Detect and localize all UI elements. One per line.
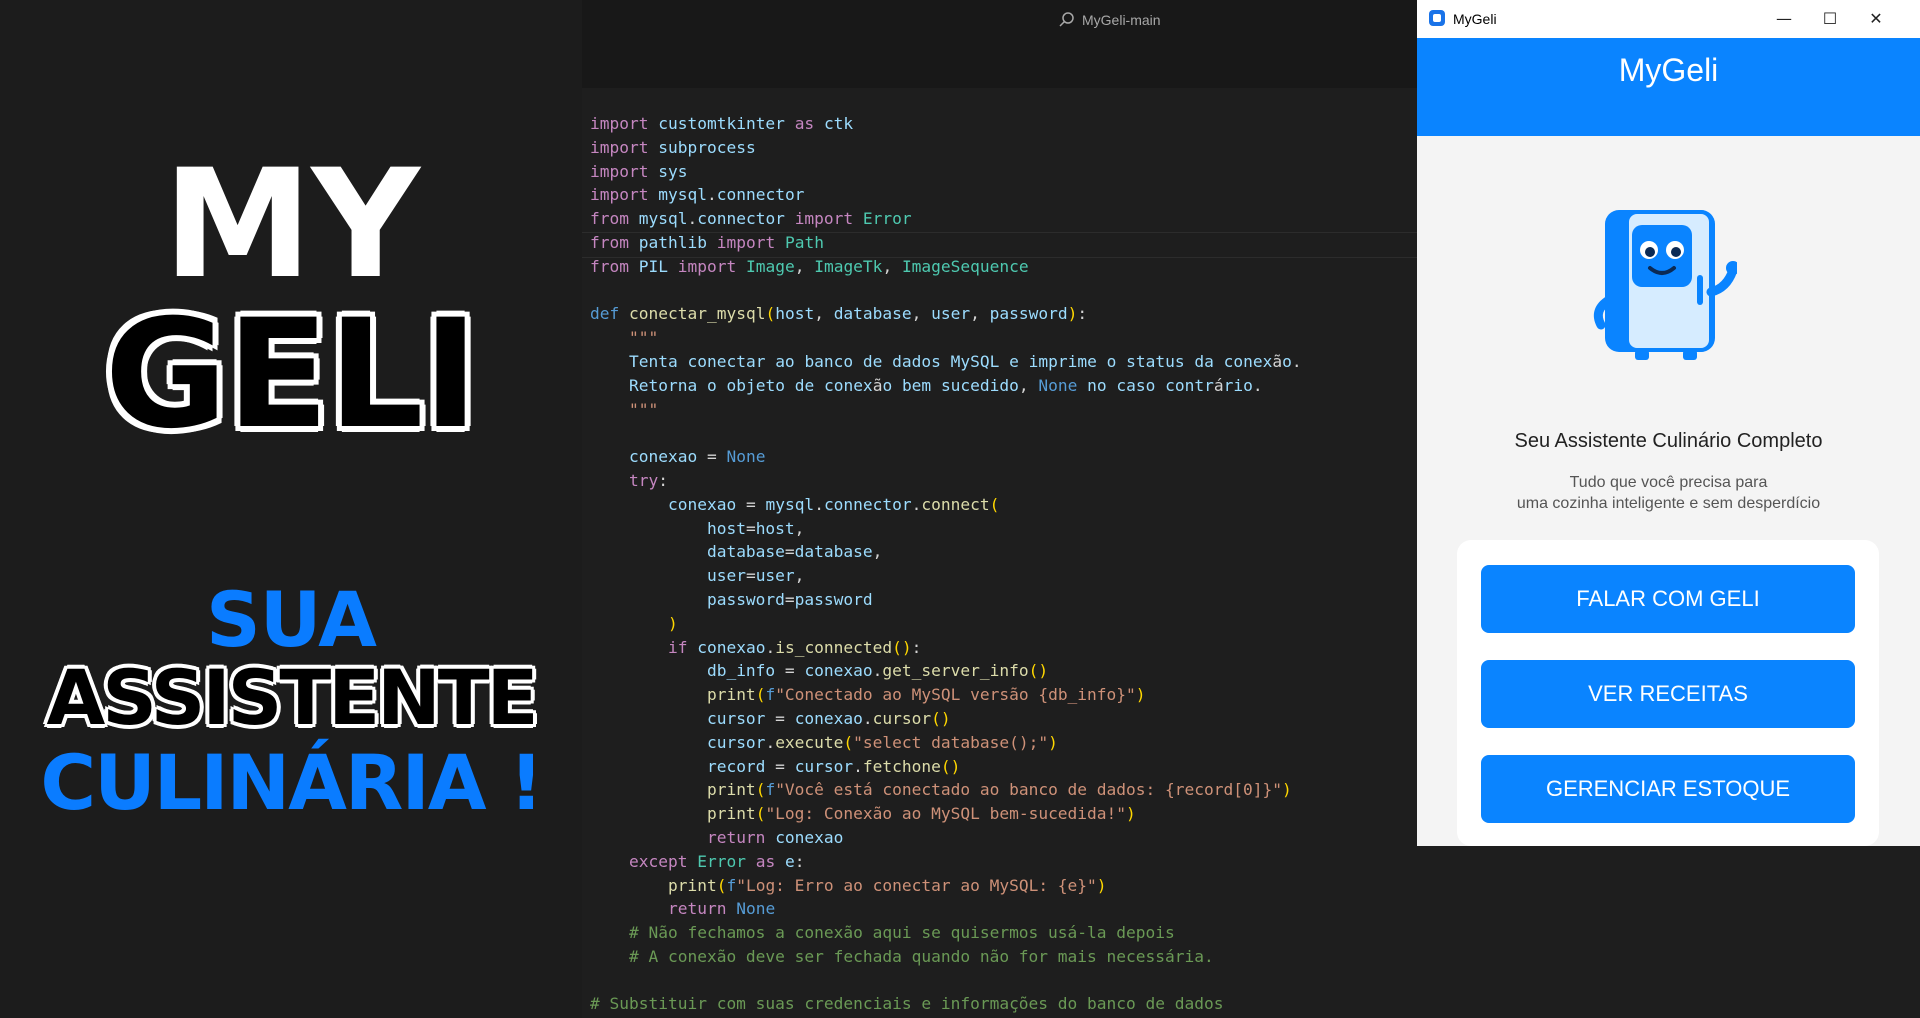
code-line[interactable]: password=password — [590, 590, 873, 609]
promo-banner: MY GELI SUA ASSISTENTE CULINÁRIA ! — [0, 0, 582, 1018]
promo-slogan-assistente: ASSISTENTE — [46, 653, 538, 742]
falar-com-geli-button[interactable]: FALAR COM GELI — [1481, 565, 1855, 633]
menu-card: FALAR COM GELI VER RECEITAS GERENCIAR ES… — [1457, 540, 1879, 846]
code-line[interactable]: conexao = None — [590, 447, 765, 466]
code-line[interactable]: print("Log: Conexão ao MySQL bem-sucedid… — [590, 804, 1136, 823]
code-line[interactable]: def conectar_mysql(host, database, user,… — [590, 304, 1087, 323]
promo-title-my: MY — [163, 138, 420, 312]
mygeli-window: MyGeli — ☐ ✕ MyGeli Seu Assistente Culin… — [1417, 0, 1920, 846]
close-icon[interactable]: ✕ — [1853, 0, 1899, 38]
code-line[interactable]: import customtkinter as ctk — [590, 114, 853, 133]
code-line[interactable]: print(f"Você está conectado ao banco de … — [590, 780, 1292, 799]
search-icon — [1059, 12, 1074, 27]
code-line[interactable]: cursor.execute("select database();") — [590, 733, 1058, 752]
code-line[interactable]: # Não fechamos a conexão aqui se quiserm… — [590, 923, 1175, 942]
code-line[interactable]: db_info = conexao.get_server_info() — [590, 661, 1048, 680]
code-line[interactable]: ) — [590, 614, 678, 633]
code-line[interactable]: import mysql.connector — [590, 185, 804, 204]
code-line[interactable]: return conexao — [590, 828, 843, 847]
code-line[interactable]: except Error as e: — [590, 852, 804, 871]
promo-title-geli: GELI — [104, 288, 479, 462]
editor-command-center[interactable]: MyGeli-main — [1082, 12, 1161, 28]
app-logo-icon — [1429, 10, 1445, 26]
code-line[interactable]: conexao = mysql.connector.connect( — [590, 495, 999, 514]
app-tagline: Seu Assistente Culinário Completo — [1514, 430, 1823, 452]
code-line[interactable]: import sys — [590, 162, 687, 181]
code-line[interactable]: from mysql.connector import Error — [590, 209, 912, 228]
code-line[interactable]: database=database, — [590, 542, 882, 561]
code-line[interactable]: try: — [590, 471, 668, 490]
app-header-title: MyGeli — [1618, 52, 1719, 88]
app-description-line1: Tudo que você precisa para — [1569, 474, 1768, 491]
code-line[interactable]: # Substituir com suas credenciais e info… — [590, 994, 1223, 1013]
editor-tab-bar — [582, 40, 1417, 88]
code-line[interactable]: print(f"Log: Erro ao conectar ao MySQL: … — [590, 876, 1107, 895]
minimize-icon[interactable]: — — [1761, 0, 1807, 38]
editor-background — [1417, 846, 1920, 1018]
maximize-icon[interactable]: ☐ — [1807, 0, 1853, 38]
fridge-mascot-icon — [1593, 210, 1737, 360]
promo-slogan-culinaria: CULINÁRIA ! — [40, 738, 543, 827]
editor-titlebar: MyGeli-main — [582, 0, 1417, 40]
app-description-line2: uma cozinha inteligente e sem desperdíci… — [1516, 495, 1821, 512]
code-line[interactable]: print(f"Conectado ao MySQL versão {db_in… — [590, 685, 1146, 704]
gerenciar-estoque-button[interactable]: GERENCIAR ESTOQUE — [1481, 755, 1855, 823]
code-line[interactable]: cursor = conexao.cursor() — [590, 709, 951, 728]
code-line[interactable]: record = cursor.fetchone() — [590, 757, 960, 776]
app-header: MyGeli — [1417, 38, 1920, 136]
code-line[interactable]: host=host, — [590, 519, 804, 538]
code-line[interactable]: if conexao.is_connected(): — [590, 638, 921, 657]
code-line[interactable]: Tenta conectar ao banco de dados MySQL e… — [590, 352, 1302, 371]
code-editor: MyGeli-main import customtkinter as ctk … — [582, 0, 1417, 1018]
code-line[interactable]: """ — [590, 328, 658, 347]
code-line[interactable]: import subprocess — [590, 138, 756, 157]
code-line[interactable]: user=user, — [590, 566, 804, 585]
code-line[interactable]: from PIL import Image, ImageTk, ImageSeq… — [590, 257, 1029, 276]
code-line[interactable]: # A conexão deve ser fechada quando não … — [590, 947, 1214, 966]
ver-receitas-button[interactable]: VER RECEITAS — [1481, 660, 1855, 728]
code-line[interactable]: """ — [590, 400, 658, 419]
code-line[interactable]: Retorna o objeto de conexão bem sucedido… — [590, 376, 1263, 395]
code-text[interactable]: import customtkinter as ctk import subpr… — [590, 112, 1302, 1016]
code-line[interactable]: from pathlib import Path — [590, 233, 824, 252]
window-titlebar: MyGeli — ☐ ✕ — [1417, 0, 1920, 38]
window-title: MyGeli — [1453, 11, 1497, 27]
code-line[interactable]: return None — [590, 899, 775, 918]
promo-slogan-sua: SUA — [206, 575, 377, 664]
